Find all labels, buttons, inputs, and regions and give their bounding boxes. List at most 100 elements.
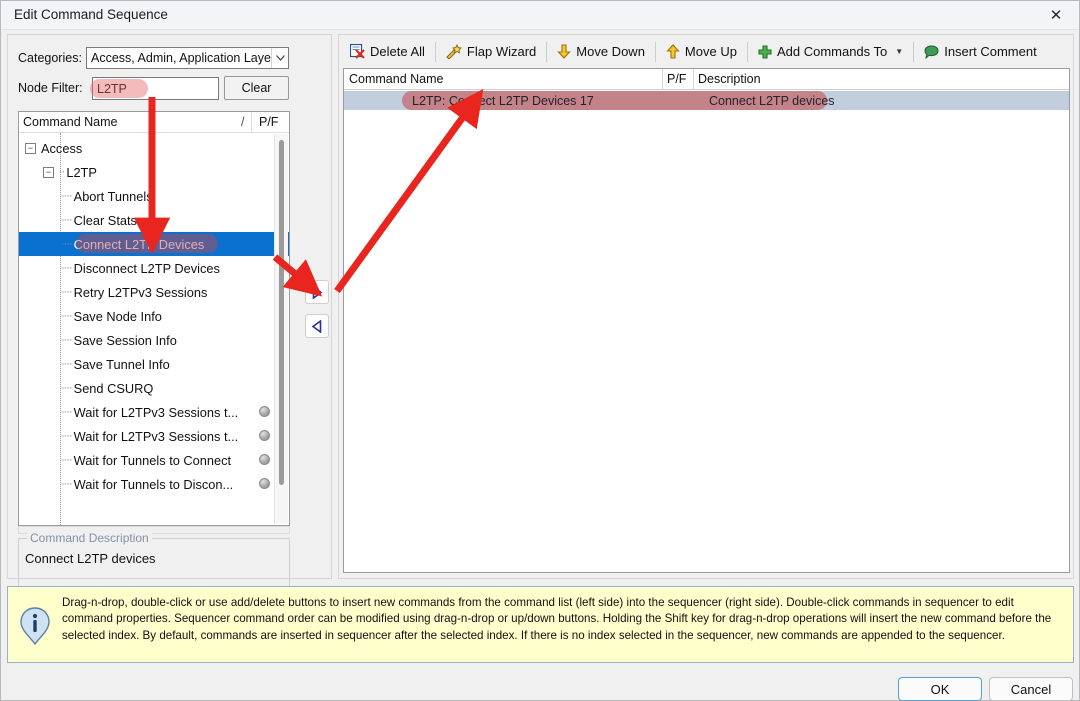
- info-bar: Drag-n-drop, double-click or use add/del…: [7, 586, 1074, 663]
- tree-connector: ····: [61, 406, 72, 418]
- table-row[interactable]: L2TP: Connect L2TP Devices 17 Connect L2…: [344, 91, 1069, 110]
- tree-connector: ····: [61, 310, 72, 322]
- toolbar-separator: [655, 42, 656, 62]
- pf-status-dot: [259, 478, 270, 489]
- tree-connector: ····: [61, 454, 72, 466]
- command-tree-body: −Access−··L2TP····Abort Tunnels····Clear…: [19, 133, 289, 525]
- transfer-button-column: [301, 271, 333, 341]
- sequencer-list[interactable]: Command Name P/F Description L2TP: Conne…: [343, 68, 1070, 573]
- tree-item-label: Abort Tunnels: [74, 189, 153, 204]
- tree-item-clear-stats[interactable]: ····Clear Stats: [19, 208, 289, 232]
- edit-command-sequence-dialog: Edit Command Sequence ✕ Categories: Acce…: [0, 0, 1080, 701]
- tree-item-wait-for-tunnels-to-discon[interactable]: ····Wait for Tunnels to Discon...: [19, 472, 289, 496]
- node-filter-input[interactable]: [92, 77, 219, 100]
- tree-vertical-scrollbar[interactable]: [274, 134, 288, 524]
- toolbar-button-label: Insert Comment: [944, 44, 1036, 59]
- tree-connector: ····: [61, 238, 72, 250]
- arrow-down-icon: [557, 44, 571, 59]
- tree-item-save-tunnel-info[interactable]: ····Save Tunnel Info: [19, 352, 289, 376]
- toolbar-add-commands-to-button[interactable]: Add Commands To ▼: [751, 41, 910, 62]
- tree-item-retry-l2tpv3-sessions[interactable]: ····Retry L2TPv3 Sessions: [19, 280, 289, 304]
- command-tree-header: Command Name / P/F: [19, 112, 289, 133]
- toolbar-separator: [747, 42, 748, 62]
- chevron-down-icon[interactable]: ▼: [895, 47, 903, 56]
- node-filter-label: Node Filter:: [18, 81, 83, 95]
- seq-col-description: Description: [698, 72, 761, 86]
- tree-item-label: Access: [41, 141, 82, 156]
- clear-button[interactable]: Clear: [224, 76, 289, 100]
- tree-connector: ····: [61, 382, 72, 394]
- toolbar-button-label: Move Down: [576, 44, 645, 59]
- categories-value: Access, Admin, Application Laye...: [87, 51, 271, 65]
- tree-connector: ····: [61, 214, 72, 226]
- tree-connector: ····: [61, 262, 72, 274]
- title-bar: Edit Command Sequence ✕: [1, 1, 1079, 30]
- tree-item-label: Wait for Tunnels to Connect: [74, 453, 231, 468]
- window-title: Edit Command Sequence: [14, 7, 168, 22]
- tree-item-label: Disconnect L2TP Devices: [74, 261, 220, 276]
- tree-item-label: Save Tunnel Info: [74, 357, 170, 372]
- move-left-arrow-button[interactable]: [305, 314, 329, 338]
- tree-item-wait-for-l2tpv3-sessions-t[interactable]: ····Wait for L2TPv3 Sessions t...: [19, 424, 289, 448]
- pf-status-dot: [259, 454, 270, 465]
- tree-item-connect-l2tp-devices[interactable]: ····Connect L2TP Devices: [19, 232, 289, 256]
- tree-item-label: L2TP: [66, 165, 97, 180]
- tree-col-sort-marker: /: [241, 115, 244, 129]
- info-bar-text: Drag-n-drop, double-click or use add/del…: [62, 595, 1063, 644]
- tree-item-wait-for-l2tpv3-sessions-t[interactable]: ····Wait for L2TPv3 Sessions t...: [19, 400, 289, 424]
- seq-col-pf: P/F: [667, 72, 686, 86]
- pf-status-dot: [259, 406, 270, 417]
- info-icon: [20, 607, 50, 645]
- tree-item-label: Wait for L2TPv3 Sessions t...: [74, 429, 239, 444]
- arrow-up-icon: [666, 44, 680, 59]
- toolbar-button-label: Delete All: [370, 44, 425, 59]
- tree-scroll-thumb[interactable]: [279, 140, 284, 485]
- pf-status-dot: [259, 430, 270, 441]
- tree-item-label: Send CSURQ: [74, 381, 154, 396]
- cancel-button[interactable]: Cancel: [989, 677, 1073, 701]
- delete-all-icon: [350, 44, 365, 59]
- tree-connector: ····: [61, 430, 72, 442]
- move-right-arrow-button[interactable]: [305, 280, 329, 304]
- seq-col-command-name: Command Name: [349, 72, 443, 86]
- sequencer-row-description: Connect L2TP devices: [699, 91, 827, 110]
- tree-item-l2tp[interactable]: −··L2TP: [19, 160, 289, 184]
- tree-item-disconnect-l2tp-devices[interactable]: ····Disconnect L2TP Devices: [19, 256, 289, 280]
- command-description-legend: Command Description: [27, 531, 152, 545]
- tree-item-save-session-info[interactable]: ····Save Session Info: [19, 328, 289, 352]
- toolbar-insert-comment-button[interactable]: Insert Comment: [917, 41, 1043, 62]
- tree-header-divider: [251, 112, 252, 133]
- tree-item-wait-for-tunnels-to-connect[interactable]: ····Wait for Tunnels to Connect: [19, 448, 289, 472]
- tree-expander-icon[interactable]: −: [25, 143, 36, 154]
- toolbar-flap-wizard-button[interactable]: Flap Wizard: [439, 41, 543, 62]
- toolbar-move-up-button[interactable]: Move Up: [659, 41, 744, 62]
- categories-dropdown[interactable]: Access, Admin, Application Laye...: [86, 47, 289, 69]
- categories-label: Categories:: [18, 51, 82, 65]
- tree-item-save-node-info[interactable]: ····Save Node Info: [19, 304, 289, 328]
- tree-connector: ····: [61, 358, 72, 370]
- ok-button[interactable]: OK: [898, 677, 982, 701]
- toolbar-button-label: Move Up: [685, 44, 737, 59]
- tree-item-send-csurq[interactable]: ····Send CSURQ: [19, 376, 289, 400]
- toolbar-separator: [435, 42, 436, 62]
- command-description-text: Connect L2TP devices: [25, 551, 156, 566]
- plus-icon: [758, 45, 772, 59]
- seq-header-divider-1: [662, 69, 663, 90]
- seq-header-divider-2: [693, 69, 694, 90]
- toolbar-delete-all-button[interactable]: Delete All: [343, 41, 432, 62]
- chevron-down-icon: [271, 48, 288, 68]
- sequencer-panel: Delete All Flap Wizard Move Down Move Up Add…: [338, 34, 1074, 579]
- toolbar-button-label: Add Commands To: [777, 44, 887, 59]
- tree-item-label: Save Session Info: [74, 333, 177, 348]
- toolbar-move-down-button[interactable]: Move Down: [550, 41, 652, 62]
- triangle-left-icon: [311, 320, 323, 333]
- tree-item-label: Save Node Info: [74, 309, 162, 324]
- tree-col-pf: P/F: [259, 115, 278, 129]
- tree-connector: ··: [59, 166, 64, 178]
- command-tree[interactable]: Command Name / P/F −Access−··L2TP····Abo…: [18, 111, 290, 526]
- toolbar-button-label: Flap Wizard: [467, 44, 536, 59]
- tree-item-abort-tunnels[interactable]: ····Abort Tunnels: [19, 184, 289, 208]
- close-icon[interactable]: ✕: [1033, 1, 1079, 30]
- tree-expander-icon[interactable]: −: [43, 167, 54, 178]
- tree-item-access[interactable]: −Access: [19, 136, 289, 160]
